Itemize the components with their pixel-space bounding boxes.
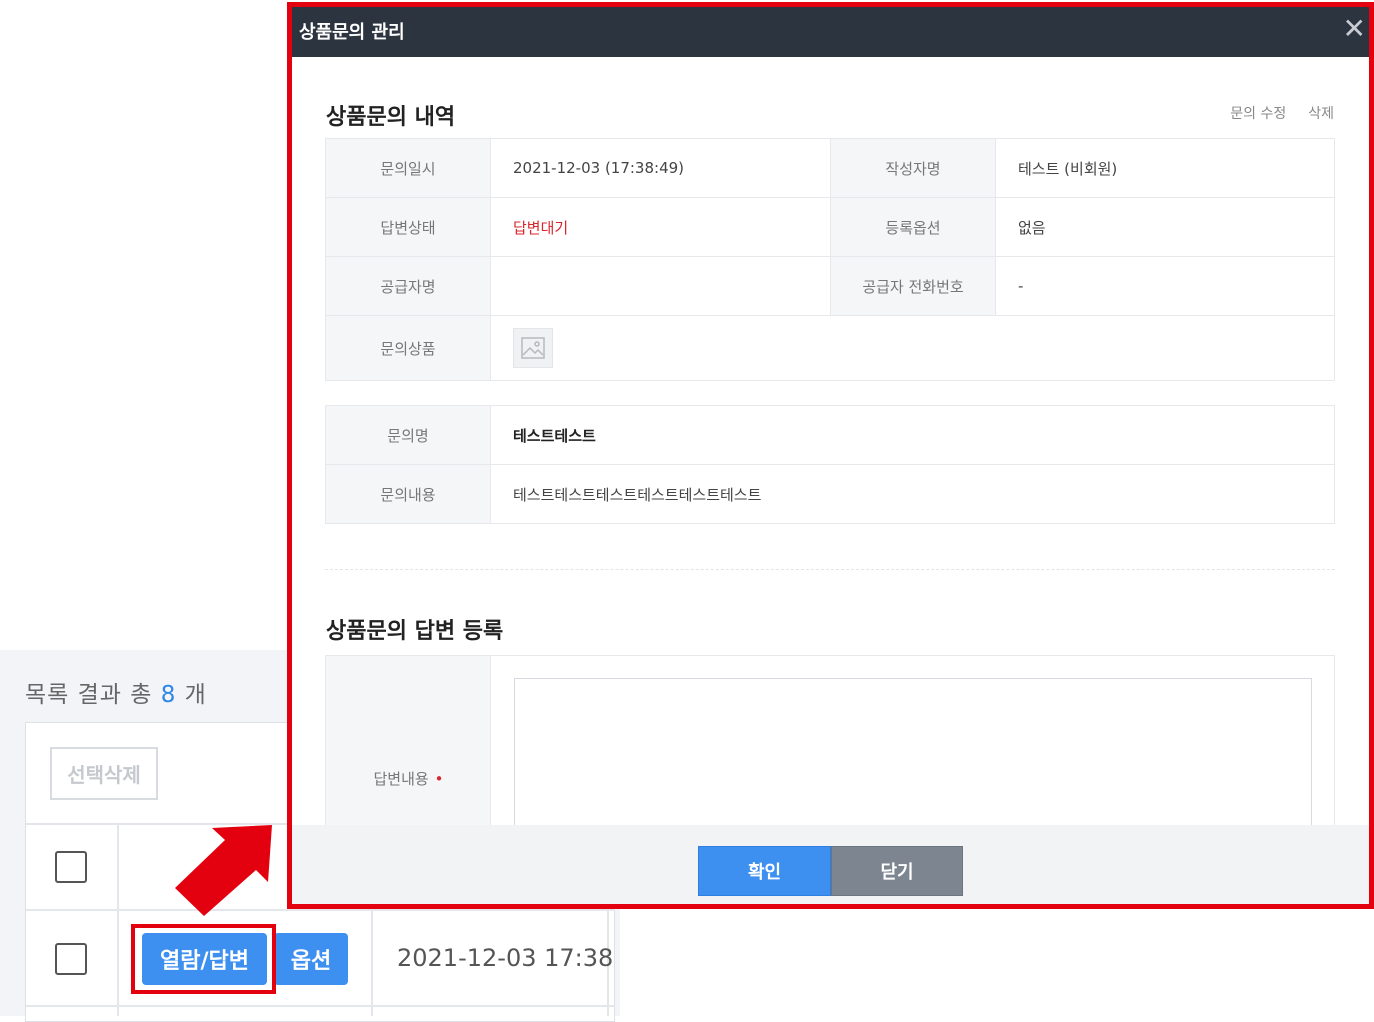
row-checkbox[interactable]	[55, 943, 87, 975]
table-divider	[26, 1005, 615, 1007]
history-title: 상품문의 내역	[326, 105, 456, 130]
supplier-phone: -	[995, 256, 1335, 316]
modal-title: 상품문의 관리	[299, 22, 405, 43]
answer-status-label: 답변상태	[325, 197, 491, 257]
table-column-divider	[371, 909, 373, 1016]
row-date: 2021-12-03 17:38	[397, 944, 614, 972]
answer-label-cell: 답변내용 •	[326, 656, 491, 825]
answer-textarea[interactable]	[514, 678, 1312, 825]
close-icon[interactable]: ✕	[1343, 15, 1366, 43]
supplier-phone-label: 공급자 전화번호	[830, 256, 996, 316]
answer-label: 답변내용 •	[326, 768, 491, 789]
option-label: 등록옵션	[830, 197, 996, 257]
option-button[interactable]: 옵션	[274, 933, 348, 985]
supplier-label: 공급자명	[325, 256, 491, 316]
confirm-button[interactable]: 확인	[698, 846, 831, 896]
inquiry-content-table: 문의명 테스트테스트 문의내용 테스트테스트테스트테스트테스트테스트	[325, 405, 1335, 524]
modal-footer: 확인 닫기	[292, 825, 1369, 904]
table-column-divider	[117, 823, 119, 1016]
arrow-annotation-icon	[175, 825, 272, 916]
answer-status: 답변대기	[490, 197, 831, 257]
product-label: 문의상품	[325, 315, 491, 381]
product-cell	[490, 315, 1335, 381]
inquiry-actions: 문의 수정 삭제	[1230, 103, 1334, 123]
subject-value: 테스트테스트	[490, 405, 1335, 465]
result-count-number: 8	[160, 682, 177, 708]
author: 테스트 (비회원)	[995, 138, 1335, 198]
table-divider	[26, 909, 615, 911]
delete-inquiry-link[interactable]: 삭제	[1308, 103, 1334, 123]
answer-title: 상품문의 답변 등록	[326, 619, 504, 644]
body-value: 테스트테스트테스트테스트테스트테스트	[490, 464, 1335, 524]
author-label: 작성자명	[830, 138, 996, 198]
required-mark: •	[434, 770, 444, 788]
subject-label: 문의명	[325, 405, 491, 465]
modal-header: 상품문의 관리 ✕	[292, 7, 1369, 57]
select-delete-button[interactable]: 선택삭제	[50, 747, 158, 800]
answer-form: 답변내용 •	[325, 655, 1335, 825]
inquiry-modal: 상품문의 관리 ✕ 상품문의 내역 문의 수정 삭제 문의일시 2021-12-…	[287, 2, 1374, 909]
highlight-box	[131, 924, 276, 994]
body-label: 문의내용	[325, 464, 491, 524]
section-divider	[325, 569, 1335, 570]
result-count: 목록 결과 총 8 개	[25, 675, 207, 709]
supplier-value	[490, 256, 831, 316]
inquiry-info-table: 문의일시 2021-12-03 (17:38:49) 작성자명 테스트 (비회원…	[325, 138, 1335, 381]
modal-body: 상품문의 내역 문의 수정 삭제 문의일시 2021-12-03 (17:38:…	[292, 57, 1369, 825]
answer-label-text: 답변내용	[373, 770, 429, 788]
close-button[interactable]: 닫기	[831, 846, 963, 896]
inquiry-date: 2021-12-03 (17:38:49)	[490, 138, 831, 198]
inquiry-date-label: 문의일시	[325, 138, 491, 198]
result-prefix: 목록 결과 총	[25, 682, 161, 708]
edit-inquiry-link[interactable]: 문의 수정	[1230, 103, 1286, 123]
result-suffix: 개	[176, 682, 207, 708]
option-value: 없음	[995, 197, 1335, 257]
select-all-checkbox[interactable]	[55, 851, 87, 883]
image-placeholder-icon[interactable]	[513, 328, 553, 368]
